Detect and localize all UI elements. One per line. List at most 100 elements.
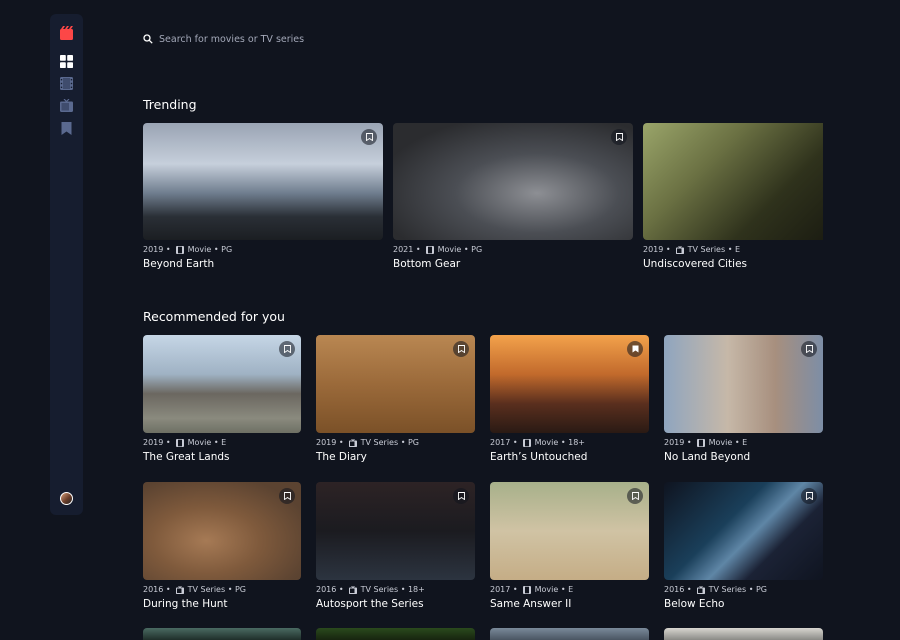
thumbnail[interactable] bbox=[143, 123, 383, 240]
card-title[interactable]: Below Echo bbox=[664, 598, 823, 610]
bookmark-button[interactable] bbox=[611, 129, 627, 145]
bookmark-button[interactable] bbox=[627, 488, 643, 504]
thumbnail[interactable] bbox=[393, 123, 633, 240]
year: 2019 • bbox=[316, 438, 344, 447]
rating: • 18+ bbox=[400, 585, 425, 594]
category: TV Series bbox=[360, 585, 399, 594]
thumbnail[interactable] bbox=[316, 482, 475, 580]
bookmark-icon bbox=[805, 345, 813, 353]
category: TV Series bbox=[187, 585, 226, 594]
bookmark-icon bbox=[457, 492, 465, 500]
search-input[interactable] bbox=[159, 33, 459, 45]
thumbnail[interactable] bbox=[316, 335, 475, 433]
film-icon bbox=[425, 245, 434, 254]
recommended-card[interactable]: 2019 • Movie • E No Land Beyond bbox=[664, 335, 823, 463]
thumbnail[interactable] bbox=[490, 628, 649, 640]
card-title[interactable]: No Land Beyond bbox=[664, 451, 823, 463]
card-meta: 2017 • Movie • 18+ bbox=[490, 438, 649, 447]
user-avatar[interactable] bbox=[60, 492, 73, 505]
recommended-card[interactable] bbox=[664, 628, 823, 640]
thumbnail[interactable] bbox=[143, 628, 301, 640]
nav-tv-series-icon[interactable] bbox=[60, 99, 73, 112]
card-title[interactable]: The Great Lands bbox=[143, 451, 301, 463]
rating: • E bbox=[213, 438, 227, 447]
bookmark-icon bbox=[283, 345, 291, 353]
recommended-card[interactable] bbox=[316, 628, 475, 640]
thumbnail[interactable] bbox=[143, 335, 301, 433]
bookmark-button[interactable] bbox=[627, 341, 643, 357]
bookmark-icon bbox=[365, 133, 373, 141]
bookmark-button[interactable] bbox=[279, 341, 295, 357]
sidebar bbox=[50, 14, 83, 515]
bookmark-button[interactable] bbox=[453, 488, 469, 504]
thumbnail[interactable] bbox=[643, 123, 823, 240]
category: TV Series bbox=[687, 245, 726, 254]
card-meta: 2019 • Movie • PG bbox=[143, 245, 383, 254]
recommended-card[interactable]: 2016 • TV Series • PG Below Echo bbox=[664, 482, 823, 610]
bookmark-button[interactable] bbox=[361, 129, 377, 145]
card-title[interactable]: Undiscovered Cities bbox=[643, 258, 823, 270]
rating: • PG bbox=[400, 438, 419, 447]
recommended-card[interactable] bbox=[490, 628, 649, 640]
rating: • PG bbox=[227, 585, 246, 594]
bookmark-button[interactable] bbox=[801, 488, 817, 504]
logo-icon[interactable] bbox=[60, 26, 73, 40]
rating: • PG bbox=[748, 585, 767, 594]
trending-card[interactable]: 2019 • Movie • PG Beyond Earth bbox=[143, 123, 383, 270]
nav-home-grid-icon[interactable] bbox=[60, 55, 73, 68]
bookmark-button[interactable] bbox=[801, 341, 817, 357]
bookmark-button[interactable] bbox=[279, 488, 295, 504]
trending-heading: Trending bbox=[143, 97, 197, 112]
thumbnail[interactable] bbox=[490, 482, 649, 580]
year: 2021 • bbox=[393, 245, 421, 254]
film-icon bbox=[696, 438, 705, 447]
trending-card[interactable]: 2019 • TV Series • E Undiscovered Cities bbox=[643, 123, 823, 270]
recommended-card[interactable] bbox=[143, 628, 301, 640]
card-title[interactable]: Beyond Earth bbox=[143, 258, 383, 270]
recommended-card[interactable]: 2016 • TV Series • PG During the Hunt bbox=[143, 482, 301, 610]
card-meta: 2021 • Movie • PG bbox=[393, 245, 633, 254]
thumbnail[interactable] bbox=[490, 335, 649, 433]
bookmark-button[interactable] bbox=[453, 341, 469, 357]
thumbnail[interactable] bbox=[664, 482, 823, 580]
recommended-card[interactable]: 2019 • Movie • E The Great Lands bbox=[143, 335, 301, 463]
trending-card[interactable]: 2021 • Movie • PG Bottom Gear bbox=[393, 123, 633, 270]
search-icon bbox=[143, 34, 153, 44]
card-title[interactable]: The Diary bbox=[316, 451, 475, 463]
rating: • PG bbox=[463, 245, 483, 254]
year: 2016 • bbox=[316, 585, 344, 594]
recommended-card[interactable]: 2017 • Movie • 18+ Earth’s Untouched bbox=[490, 335, 649, 463]
card-title[interactable]: During the Hunt bbox=[143, 598, 301, 610]
tv-icon bbox=[175, 585, 184, 594]
card-title[interactable]: Autosport the Series bbox=[316, 598, 475, 610]
year: 2016 • bbox=[664, 585, 692, 594]
year: 2017 • bbox=[490, 585, 518, 594]
category: TV Series bbox=[360, 438, 399, 447]
year: 2016 • bbox=[143, 585, 171, 594]
card-title[interactable]: Same Answer II bbox=[490, 598, 649, 610]
thumbnail[interactable] bbox=[664, 628, 823, 640]
category: Movie bbox=[708, 438, 733, 447]
card-meta: 2016 • TV Series • PG bbox=[664, 585, 823, 594]
card-meta: 2016 • TV Series • PG bbox=[143, 585, 301, 594]
card-title[interactable]: Earth’s Untouched bbox=[490, 451, 649, 463]
year: 2019 • bbox=[643, 245, 671, 254]
recommended-card[interactable]: 2019 • TV Series • PG The Diary bbox=[316, 335, 475, 463]
nav-movies-film-icon[interactable] bbox=[60, 77, 73, 90]
year: 2019 • bbox=[143, 438, 171, 447]
recommended-card[interactable]: 2016 • TV Series • 18+ Autosport the Ser… bbox=[316, 482, 475, 610]
film-icon bbox=[175, 438, 184, 447]
rating: • E bbox=[560, 585, 574, 594]
thumbnail[interactable] bbox=[316, 628, 475, 640]
category: Movie bbox=[534, 585, 559, 594]
recommended-card[interactable]: 2017 • Movie • E Same Answer II bbox=[490, 482, 649, 610]
card-title[interactable]: Bottom Gear bbox=[393, 258, 633, 270]
card-meta: 2019 • TV Series • PG bbox=[316, 438, 475, 447]
thumbnail[interactable] bbox=[143, 482, 301, 580]
card-meta: 2019 • TV Series • E bbox=[643, 245, 823, 254]
thumbnail[interactable] bbox=[664, 335, 823, 433]
nav-bookmarks-icon[interactable] bbox=[60, 122, 73, 135]
bookmark-icon bbox=[805, 492, 813, 500]
year: 2019 • bbox=[664, 438, 692, 447]
recommended-heading: Recommended for you bbox=[143, 309, 285, 324]
